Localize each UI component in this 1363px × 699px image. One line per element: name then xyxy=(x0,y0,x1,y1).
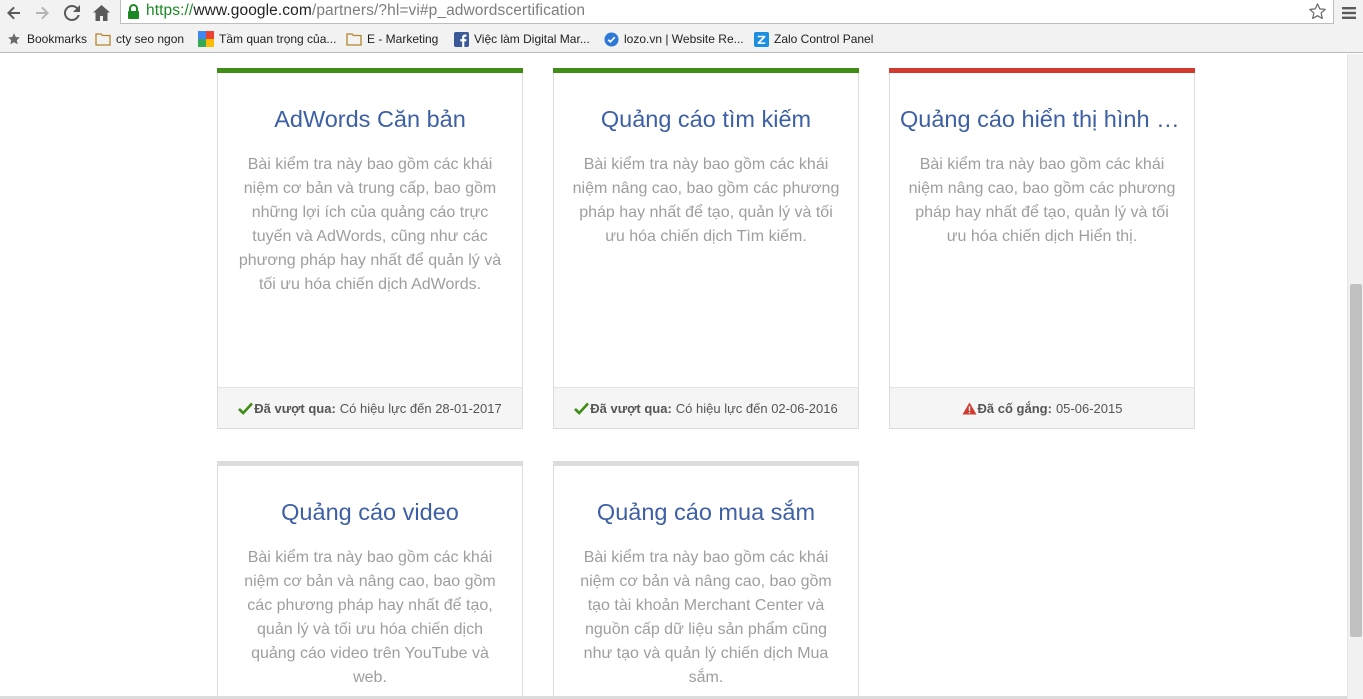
card-title[interactable]: Quảng cáo tìm kiếm xyxy=(564,106,848,133)
certification-card-display-ads[interactable]: Quảng cáo hiển thị hình ả... Bài kiểm tr… xyxy=(889,68,1195,429)
status-color-bar xyxy=(553,68,859,73)
warning-icon xyxy=(962,402,977,415)
bookmark-item-lozo[interactable]: lozo.vn | Website Re... xyxy=(603,30,744,48)
lock-icon xyxy=(128,4,139,19)
bookmark-item-tam-quan-trong[interactable]: Tầm quan trọng của... xyxy=(198,30,336,48)
bookmark-label: Việc làm Digital Mar... xyxy=(474,32,590,46)
certification-card-search-ads[interactable]: Quảng cáo tìm kiếm Bài kiểm tra này bao … xyxy=(553,68,859,429)
url-text: https://www.google.com/partners/?hl=vi#p… xyxy=(146,2,586,19)
card-status-footer: Đã vượt qua: Có hiệu lực đến 28-01-2017 xyxy=(218,387,522,428)
browser-toolbar: https://www.google.com/partners/?hl=vi#p… xyxy=(0,0,1363,26)
bookmark-label: Bookmarks xyxy=(27,32,88,46)
facebook-icon xyxy=(453,31,469,47)
lozo-icon xyxy=(603,31,619,47)
card-status-footer: Đã cố gắng: 05-06-2015 xyxy=(890,387,1194,428)
card-title[interactable]: AdWords Căn bản xyxy=(228,106,512,133)
bookmark-label: Tầm quan trọng của... xyxy=(219,32,337,46)
bookmark-item-bookmarks[interactable]: Bookmarks xyxy=(6,30,87,48)
certification-card-shopping-ads[interactable]: Quảng cáo mua sắm Bài kiểm tra này bao g… xyxy=(553,461,859,699)
status-color-bar xyxy=(553,461,859,466)
certification-card-adwords-basics[interactable]: AdWords Căn bản Bài kiểm tra này bao gồm… xyxy=(217,68,523,429)
card-title[interactable]: Quảng cáo video xyxy=(228,499,512,526)
status-color-bar xyxy=(889,68,1195,73)
forward-button[interactable] xyxy=(29,0,55,26)
status-label: Đã cố gắng: xyxy=(977,400,1052,416)
card-description: Bài kiểm tra này bao gồm các khái niệm c… xyxy=(238,156,502,293)
status-label: Đã vượt qua: xyxy=(254,400,336,416)
status-value: Có hiệu lực đến 28-01-2017 xyxy=(339,400,502,416)
card-description: Bài kiểm tra này bao gồm các khái niệm n… xyxy=(572,156,840,245)
status-label: Đã vượt qua: xyxy=(590,400,672,416)
status-color-bar xyxy=(217,68,523,73)
bookmark-item-cty-seo-ngon[interactable]: cty seo ngon xyxy=(95,30,184,48)
status-value: Có hiệu lực đến 02-06-2016 xyxy=(675,400,838,416)
scrollbar-thumb[interactable] xyxy=(1350,284,1362,637)
back-button[interactable] xyxy=(1,0,27,26)
back-arrow-icon xyxy=(7,6,20,20)
card-description: Bài kiểm tra này bao gồm các khái niệm c… xyxy=(580,549,832,686)
checkmark-icon xyxy=(574,402,590,415)
forward-arrow-icon xyxy=(36,6,49,20)
hamburger-menu-icon xyxy=(1342,7,1356,19)
bookmark-label: cty seo ngon xyxy=(116,32,185,46)
card-description: Bài kiểm tra này bao gồm các khái niệm c… xyxy=(244,549,496,686)
home-button[interactable] xyxy=(88,0,114,26)
google-plus-icon xyxy=(198,31,214,47)
card-status-footer: Đã vượt qua: Có hiệu lực đến 02-06-2016 xyxy=(554,387,858,428)
bookmark-label: lozo.vn | Website Re... xyxy=(624,32,744,46)
card-description: Bài kiểm tra này bao gồm các khái niệm n… xyxy=(908,156,1176,245)
bookmarks-bar: Bookmarks cty seo ngon Tầm quan trọng củ… xyxy=(0,26,1363,53)
bookmark-item-e-marketing[interactable]: E - Marketing xyxy=(346,30,438,48)
checkmark-icon xyxy=(238,402,254,415)
home-icon xyxy=(92,5,110,21)
bookmark-label: E - Marketing xyxy=(367,32,439,46)
bookmark-item-zalo[interactable]: Zalo Control Panel xyxy=(753,30,873,48)
address-bar[interactable]: https://www.google.com/partners/?hl=vi#p… xyxy=(120,0,1334,24)
bookmark-label: Zalo Control Panel xyxy=(774,32,874,46)
star-icon xyxy=(6,31,22,47)
bookmark-item-viec-lam[interactable]: Việc làm Digital Mar... xyxy=(453,30,590,48)
chrome-menu-button[interactable] xyxy=(1338,2,1360,24)
bookmark-star-icon[interactable] xyxy=(1308,2,1327,21)
page-viewport: AdWords Căn bản Bài kiểm tra này bao gồm… xyxy=(0,54,1347,699)
certification-card-video-ads[interactable]: Quảng cáo video Bài kiểm tra này bao gồm… xyxy=(217,461,523,699)
folder-icon xyxy=(346,31,362,47)
card-title[interactable]: Quảng cáo hiển thị hình ả... xyxy=(900,106,1184,133)
status-color-bar xyxy=(217,461,523,466)
zalo-icon xyxy=(753,31,769,47)
vertical-scrollbar[interactable] xyxy=(1347,54,1363,699)
status-value: 05-06-2015 xyxy=(1055,400,1123,416)
reload-button[interactable] xyxy=(59,0,85,26)
folder-icon xyxy=(95,31,111,47)
reload-icon xyxy=(64,5,80,21)
card-title[interactable]: Quảng cáo mua sắm xyxy=(564,499,848,526)
